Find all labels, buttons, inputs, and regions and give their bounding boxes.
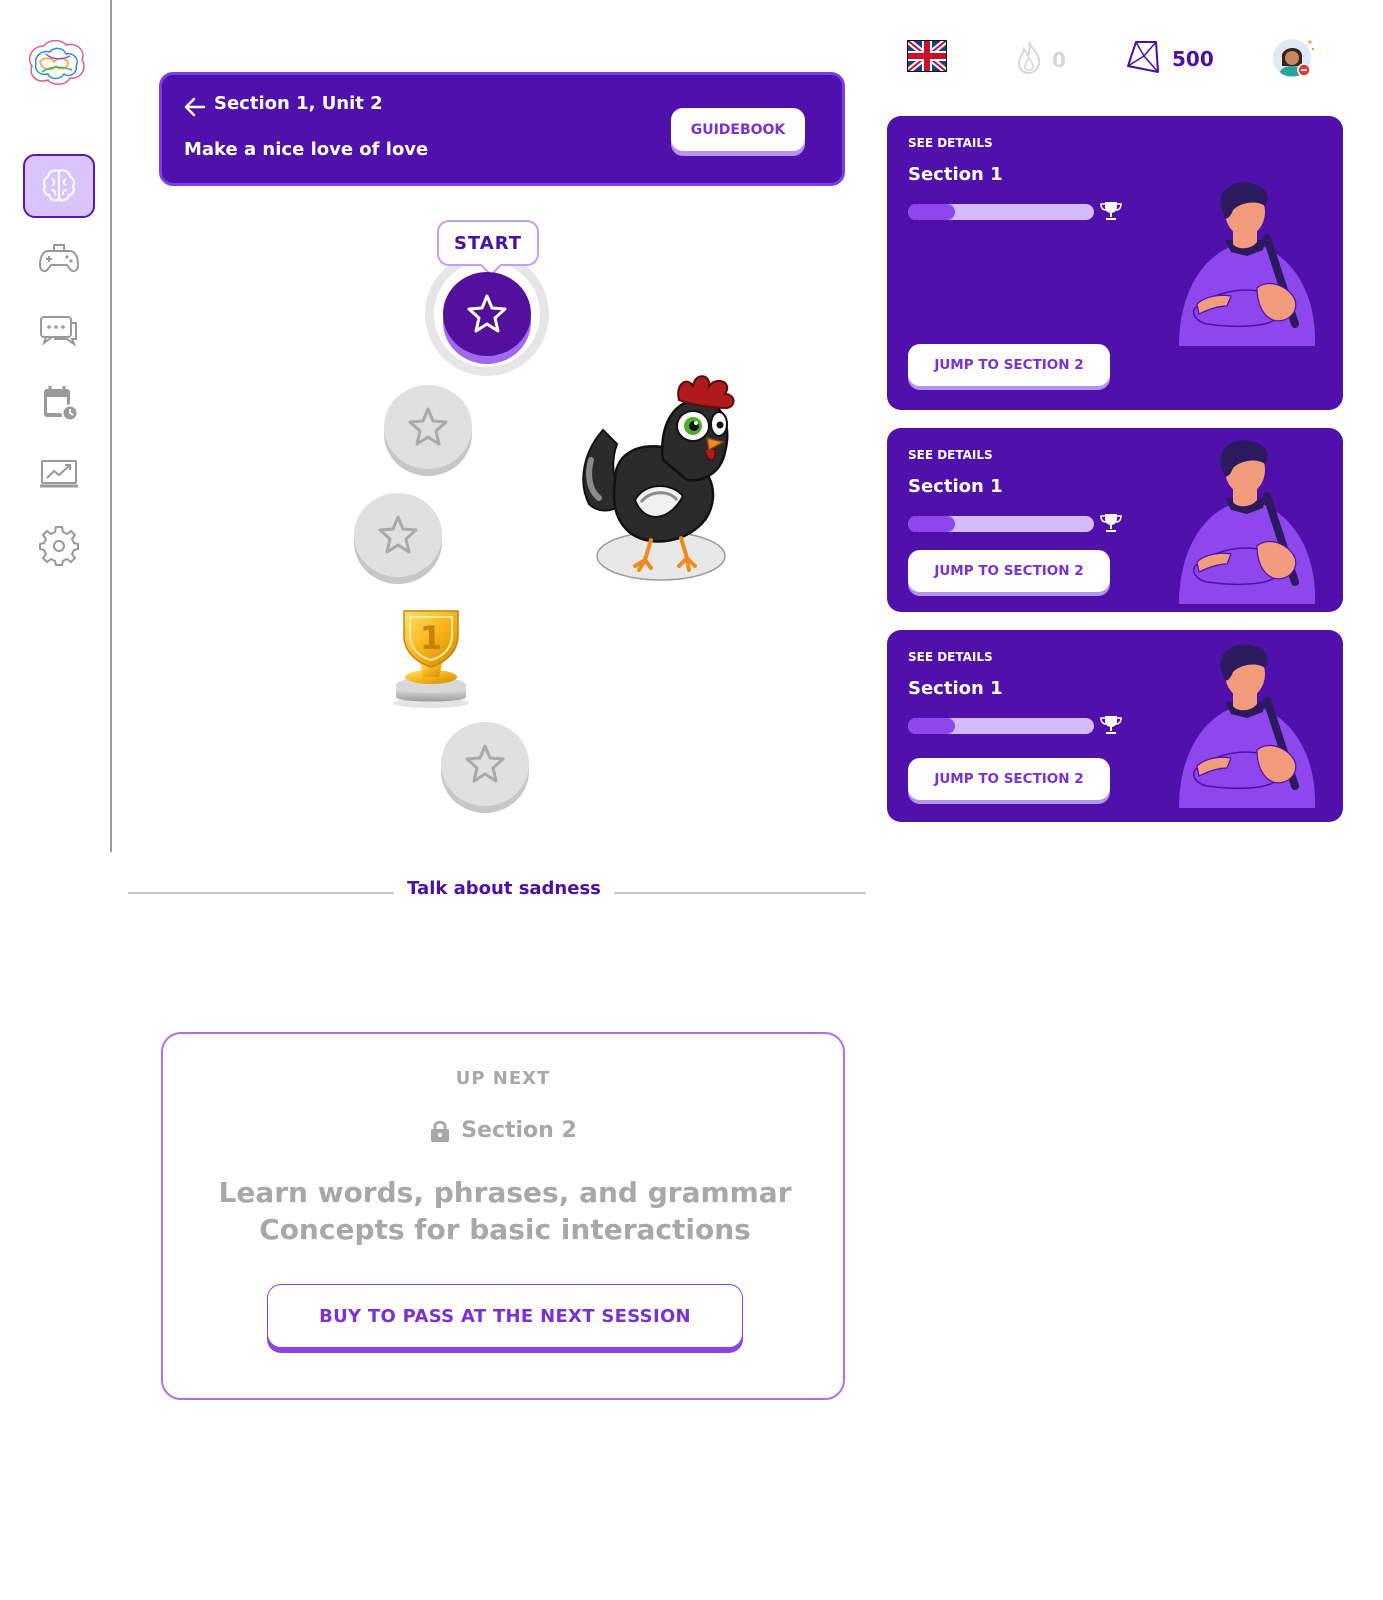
lock-icon [431,1120,450,1142]
trophy-number: 1 [420,619,442,657]
unit-divider-label: Talk about sadness [407,878,601,899]
brain-logo[interactable] [22,36,90,90]
jump-to-section-button[interactable]: JUMP TO SECTION 2 [908,550,1110,592]
calendar-clock-icon [44,386,79,422]
trophy-icon[interactable]: 1 [390,607,472,711]
gamepad-icon [38,244,80,273]
sidebar-item-schedule[interactable] [23,370,95,434]
star-icon [408,407,448,446]
brain-icon [43,169,75,202]
flame-icon [1017,41,1041,74]
uk-flag-icon[interactable] [907,40,947,72]
unit-header: Section 1, Unit 2 Make a nice love of lo… [159,72,845,186]
section-card-3: SEE DETAILS Section 1 JUMP TO SECTION 2 [887,630,1343,822]
sidebar-item-learn[interactable] [23,154,95,218]
start-tooltip: START [437,220,539,266]
lesson-node-1[interactable] [443,272,531,356]
divider-line-right [614,892,866,894]
sidebar-item-progress[interactable] [23,442,95,506]
up-next-description: Learn words, phrases, and grammar Concep… [203,1174,807,1248]
person-illustration [1179,440,1316,604]
back-arrow-icon[interactable] [184,97,206,117]
unit-title: Section 1, Unit 2 [214,93,383,114]
lesson-node-5[interactable] [441,722,529,806]
lesson-node-3[interactable] [354,493,442,577]
section-progress-fill [908,204,955,220]
see-details-link[interactable]: SEE DETAILS [908,448,993,462]
gem-icon [1127,41,1159,73]
guidebook-button[interactable]: GUIDEBOOK [671,108,805,151]
divider-line-left [128,892,394,894]
star-icon [467,294,507,333]
section-progress-bar [908,516,1094,532]
gear-icon [39,526,79,566]
jump-to-section-button[interactable]: JUMP TO SECTION 2 [908,344,1110,386]
up-next-description-line1: Learn words, phrases, and grammar [218,1176,792,1209]
see-details-link[interactable]: SEE DETAILS [908,136,993,150]
up-next-section-title: Section 2 [461,1118,577,1143]
up-next-label: UP NEXT [455,1068,551,1089]
trophy-icon [1100,716,1122,734]
buy-to-pass-button[interactable]: BUY TO PASS AT THE NEXT SESSION [267,1284,743,1348]
person-illustration [1179,644,1316,808]
section-progress-bar [908,204,1094,220]
section-card-title: Section 1 [908,476,1003,497]
star-icon [378,515,418,554]
see-details-link[interactable]: SEE DETAILS [908,650,993,664]
sidebar-item-settings[interactable] [23,514,95,578]
unit-subtitle: Make a nice love of love [184,139,429,160]
chat-bubbles-icon [40,316,77,347]
streak-count: 0 [1052,48,1066,72]
section-progress-fill [908,718,955,734]
up-next-description-line2: Concepts for basic interactions [259,1213,751,1246]
sidebar-item-chat[interactable] [23,298,95,362]
up-next-section: Section 2 [163,1118,843,1143]
sidebar-item-games[interactable] [23,226,95,290]
trophy-icon [1100,514,1122,532]
section-card-1: SEE DETAILS Section 1 JUMP TO SECTION 2 [887,116,1343,410]
person-illustration [1179,182,1316,346]
rooster-mascot [582,375,735,581]
trophy-icon [1100,202,1122,220]
star-icon [465,744,505,783]
section-progress-fill [908,516,955,532]
up-next-card: UP NEXT Section 2 Learn words, phrases, … [161,1032,845,1400]
user-avatar[interactable] [1272,36,1316,80]
lesson-node-2[interactable] [384,385,472,469]
section-card-title: Section 1 [908,164,1003,185]
section-card-title: Section 1 [908,678,1003,699]
gem-count: 500 [1172,47,1214,71]
sidebar [0,0,112,852]
section-progress-bar [908,718,1094,734]
section-card-2: SEE DETAILS Section 1 JUMP TO SECTION 2 [887,428,1343,612]
jump-to-section-button[interactable]: JUMP TO SECTION 2 [908,758,1110,800]
chart-monitor-icon [40,460,78,488]
